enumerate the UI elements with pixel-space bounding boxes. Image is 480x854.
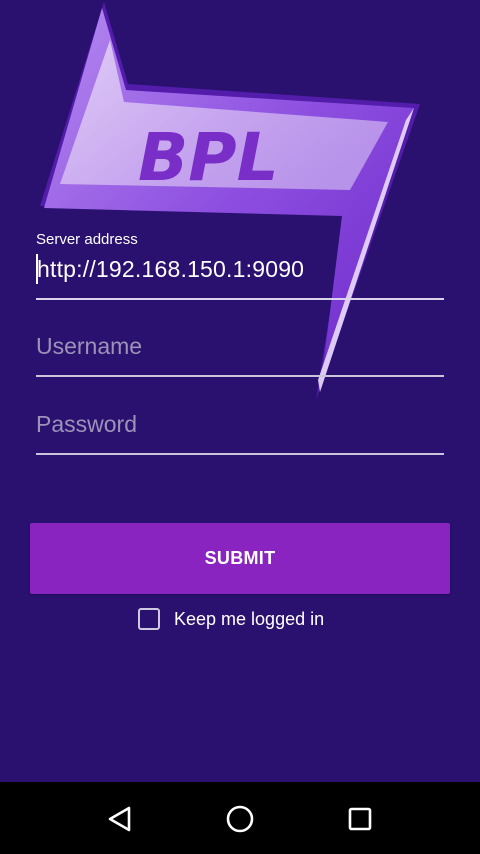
system-navigation-bar xyxy=(0,782,480,854)
recents-button[interactable] xyxy=(343,802,377,836)
back-button[interactable] xyxy=(103,802,137,836)
username-underline xyxy=(36,375,444,377)
server-address-value[interactable]: http://192.168.150.1:9090 xyxy=(37,256,304,283)
submit-button-label: SUBMIT xyxy=(204,548,276,568)
server-address-field[interactable]: Server address http://192.168.150.1:9090 xyxy=(36,226,444,302)
server-address-label: Server address xyxy=(36,231,138,248)
server-address-underline xyxy=(36,298,444,300)
password-field[interactable]: Password xyxy=(36,406,444,458)
username-field[interactable]: Username xyxy=(36,328,444,380)
home-circle-icon xyxy=(226,805,254,833)
login-screen: BPL Server address http://192.168.150.1:… xyxy=(0,0,480,782)
keep-logged-in-label[interactable]: Keep me logged in xyxy=(174,609,324,630)
password-underline xyxy=(36,453,444,455)
submit-button[interactable]: SUBMIT xyxy=(30,523,450,594)
bpl-logo-text: BPL xyxy=(138,119,279,196)
username-placeholder[interactable]: Username xyxy=(36,333,142,360)
keep-logged-in-checkbox[interactable] xyxy=(138,608,160,630)
password-placeholder[interactable]: Password xyxy=(36,411,137,438)
back-triangle-icon xyxy=(108,806,131,832)
recents-square-icon xyxy=(348,807,372,831)
keep-logged-in-row[interactable]: Keep me logged in xyxy=(138,604,324,634)
home-button[interactable] xyxy=(223,802,257,836)
